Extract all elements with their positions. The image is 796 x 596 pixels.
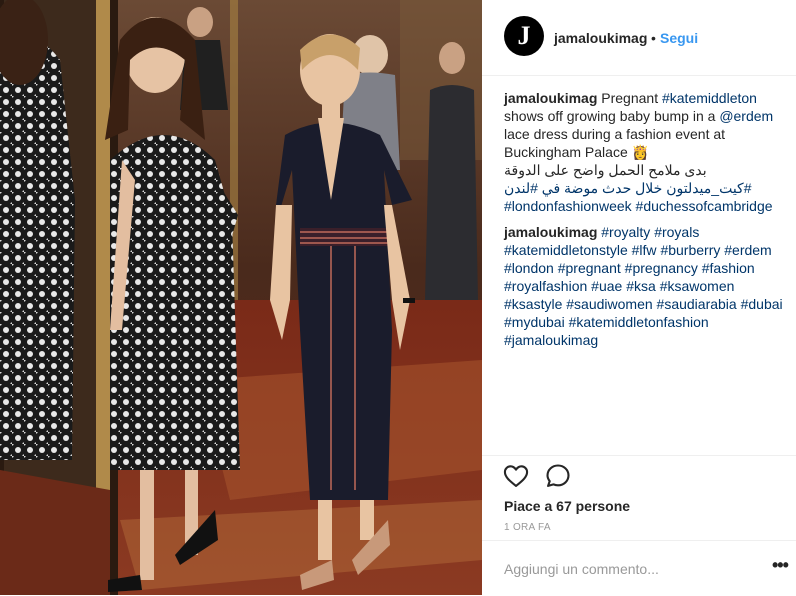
hashtag-link[interactable]: #duchessofcambridge: [636, 198, 773, 214]
queen-emoji-icon: 👸: [631, 144, 650, 160]
caption-arabic-tags[interactable]: #كيت_ميدلتون خلال حدث موضة في #لندن: [504, 179, 790, 197]
caption-text-2: shows off growing baby bump in a: [504, 108, 720, 124]
post-header: J jamaloukimag • Segui: [482, 0, 796, 76]
hashtag-link[interactable]: #ksa: [626, 278, 656, 294]
comment-hashtags: #royalty #royals #katemiddletonstyle #lf…: [504, 224, 783, 348]
hashtag-link[interactable]: #katemiddletonstyle: [504, 242, 628, 258]
add-comment-input[interactable]: [504, 561, 744, 577]
more-options-icon[interactable]: •••: [772, 555, 789, 576]
hashtag-link[interactable]: #londonfashionweek: [504, 198, 632, 214]
mention-link[interactable]: @erdem: [719, 108, 773, 124]
hashtag-link[interactable]: #mydubai: [504, 314, 565, 330]
comments-list: jamaloukimag Pregnant #katemiddleton sho…: [504, 89, 790, 357]
header-username[interactable]: jamaloukimag: [554, 30, 647, 46]
comment-username[interactable]: jamaloukimag: [504, 224, 597, 240]
hashtag-link[interactable]: #uae: [591, 278, 622, 294]
caption-arabic: بدى ملامح الحمل واضح على الدوقة: [504, 162, 707, 178]
hashtag-link[interactable]: #royals: [654, 224, 699, 240]
hashtag-link[interactable]: #erdem: [724, 242, 771, 258]
comment-bubble-icon[interactable]: [544, 462, 572, 490]
hashtag-link[interactable]: #london: [504, 260, 554, 276]
hashtag-link[interactable]: #burberry: [660, 242, 720, 258]
action-bar: [482, 455, 796, 496]
hashtag-link[interactable]: #pregnant: [558, 260, 621, 276]
hashtag-link[interactable]: #ksastyle: [504, 296, 562, 312]
hashtag-link[interactable]: #lfw: [632, 242, 657, 258]
likes-count[interactable]: Piace a 67 persone: [504, 498, 630, 514]
header-separator: •: [651, 30, 656, 46]
post-side-panel: J jamaloukimag • Segui jamaloukimag Preg…: [482, 0, 796, 595]
avatar[interactable]: J: [504, 16, 544, 56]
hashtag-link[interactable]: #saudiwomen: [566, 296, 652, 312]
caption: jamaloukimag Pregnant #katemiddleton sho…: [504, 89, 790, 215]
hashtag-link[interactable]: #royalty: [601, 224, 650, 240]
photo-illustration: [0, 0, 482, 595]
follow-button[interactable]: Segui: [660, 30, 698, 46]
heart-icon[interactable]: [502, 462, 530, 490]
hashtag-link[interactable]: #jamaloukimag: [504, 332, 598, 348]
caption-text-1: Pregnant: [601, 90, 662, 106]
hashtag-link[interactable]: #saudiarabia: [657, 296, 737, 312]
add-comment-bar: •••: [482, 540, 796, 596]
hashtag-link[interactable]: #katemiddletonfashion: [569, 314, 709, 330]
hashtag-comment: jamaloukimag #royalty #royals #katemiddl…: [504, 223, 790, 349]
caption-text-3: lace dress during a fashion event at Buc…: [504, 126, 726, 160]
hashtag-link[interactable]: #fashion: [702, 260, 755, 276]
hashtag-link[interactable]: #ksawomen: [660, 278, 735, 294]
hashtag-link[interactable]: #dubai: [741, 296, 783, 312]
post-photo[interactable]: [0, 0, 482, 595]
caption-username[interactable]: jamaloukimag: [504, 90, 597, 106]
hashtag-link[interactable]: #katemiddleton: [662, 90, 757, 106]
hashtag-link[interactable]: #royalfashion: [504, 278, 587, 294]
hashtag-link[interactable]: #pregnancy: [625, 260, 698, 276]
post-timestamp[interactable]: 1 ORA FA: [504, 522, 551, 533]
